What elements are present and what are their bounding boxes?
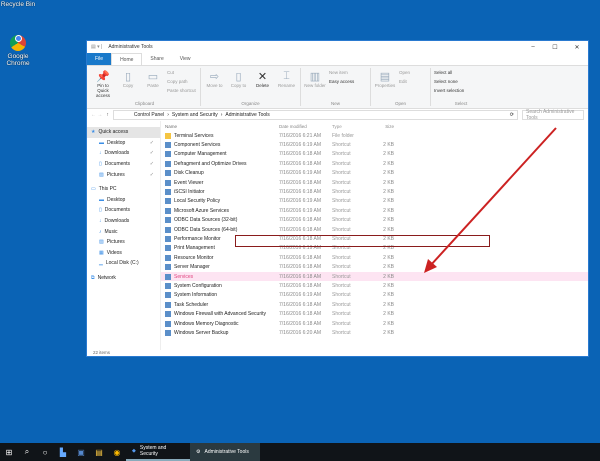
chrome-icon[interactable]: ◉ <box>108 448 126 457</box>
task-view-icon[interactable]: ○ <box>36 448 54 457</box>
admin-tools-icon: ⚙ <box>196 449 201 455</box>
start-icon[interactable]: ⊞ <box>0 448 18 457</box>
task-label: System and Security <box>139 445 167 457</box>
task-administrative-tools[interactable]: ⚙ Administrative Tools <box>190 443 260 461</box>
arrow-line <box>429 127 557 267</box>
taskbar: ⊞ ⌕ ○ ▙ ▣ ▤ ◉ ◆ System and Security ⚙ Administra… <box>0 443 600 461</box>
task-system-security[interactable]: ◆ System and Security <box>126 443 190 461</box>
server-manager-icon[interactable]: ▙ <box>54 448 72 457</box>
annotation-arrow <box>424 127 557 273</box>
powershell-icon[interactable]: ▣ <box>72 448 90 457</box>
file-explorer-icon[interactable]: ▤ <box>90 448 108 457</box>
search-icon[interactable]: ⌕ <box>18 447 36 457</box>
task-label: Administrative Tools <box>204 449 249 455</box>
control-panel-icon: ◆ <box>132 448 136 454</box>
